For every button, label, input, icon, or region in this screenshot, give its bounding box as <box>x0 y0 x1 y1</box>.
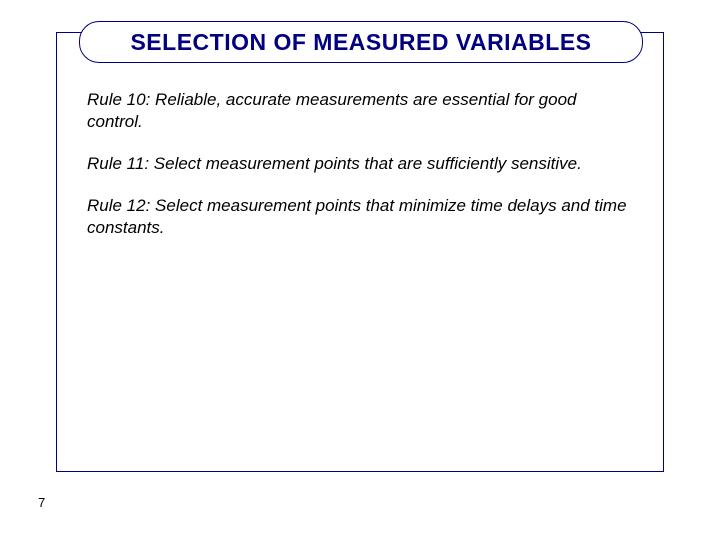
slide-title: SELECTION OF MEASURED VARIABLES <box>130 29 591 56</box>
rule-item: Rule 12: Select measurement points that … <box>87 195 633 239</box>
rule-item: Rule 11: Select measurement points that … <box>87 153 633 175</box>
slide-content: Rule 10: Reliable, accurate measurements… <box>57 33 663 239</box>
rule-item: Rule 10: Reliable, accurate measurements… <box>87 89 633 133</box>
page-number: 7 <box>38 495 45 510</box>
title-box: SELECTION OF MEASURED VARIABLES <box>79 21 643 63</box>
slide-frame: SELECTION OF MEASURED VARIABLES Rule 10:… <box>56 32 664 472</box>
